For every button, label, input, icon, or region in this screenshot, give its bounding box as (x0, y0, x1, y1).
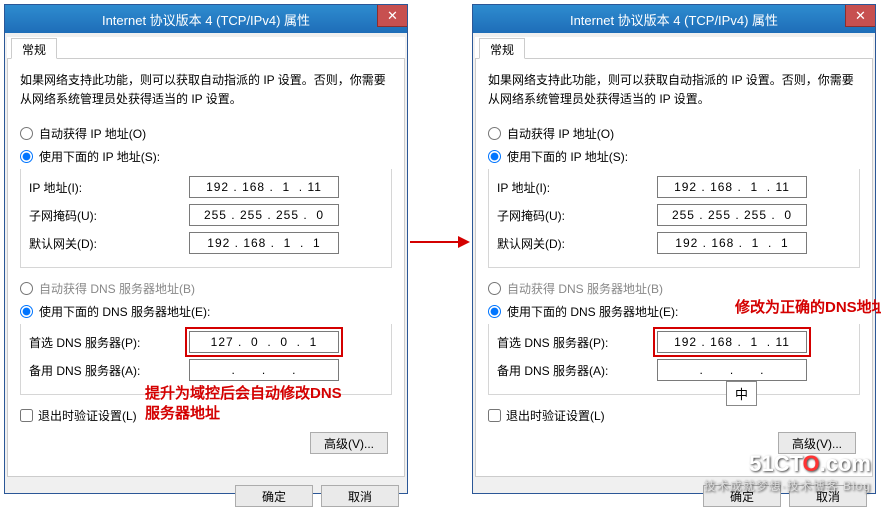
radio-auto-ip[interactable]: 自动获得 IP 地址(O) (488, 125, 860, 142)
gateway-label: 默认网关(D): (29, 235, 189, 252)
tcpip-dialog-after: Internet 协议版本 4 (TCP/IPv4) 属性 ✕ 常规 如果网络支… (472, 4, 876, 494)
radio-auto-ip[interactable]: 自动获得 IP 地址(O) (20, 125, 392, 142)
ip-addr-label: IP 地址(I): (497, 179, 657, 196)
subnet-mask-label: 子网掩码(U): (29, 207, 189, 224)
validate-checkbox-label: 退出时验证设置(L) (506, 407, 605, 424)
dns-primary-label: 首选 DNS 服务器(P): (497, 334, 657, 351)
dns-primary-label: 首选 DNS 服务器(P): (29, 334, 189, 351)
watermark-text-1o: O (803, 451, 820, 476)
dns-primary-field[interactable] (189, 331, 339, 353)
dns-alt-field[interactable] (657, 359, 807, 381)
watermark: 51CTO.com 技术成就梦想·技术博客 Blog (704, 451, 871, 494)
ok-button[interactable]: 确定 (235, 485, 313, 507)
gateway-label: 默认网关(D): (497, 235, 657, 252)
radio-manual-ip-input[interactable] (20, 150, 33, 163)
radio-auto-dns[interactable]: 自动获得 DNS 服务器地址(B) (20, 280, 392, 297)
radio-auto-dns-input[interactable] (488, 282, 501, 295)
annotation-left: 提升为域控后会自动修改DNS服务器地址 (145, 384, 345, 423)
validate-checkbox-label: 退出时验证设置(L) (38, 407, 137, 424)
radio-auto-dns[interactable]: 自动获得 DNS 服务器地址(B) (488, 280, 860, 297)
dns-fields: 首选 DNS 服务器(P): 备用 DNS 服务器(A): (488, 324, 860, 395)
subnet-mask-label: 子网掩码(U): (497, 207, 657, 224)
radio-auto-ip-input[interactable] (20, 127, 33, 140)
ip-address-field[interactable] (657, 176, 807, 198)
ip-fields: IP 地址(I): 子网掩码(U): 默认网关(D): (488, 169, 860, 268)
cancel-button[interactable]: 取消 (321, 485, 399, 507)
gateway-field[interactable] (189, 232, 339, 254)
ime-candidate-box: 中 (726, 381, 757, 406)
advanced-button[interactable]: 高级(V)... (310, 432, 388, 454)
radio-auto-ip-label: 自动获得 IP 地址(O) (507, 125, 614, 142)
tab-general[interactable]: 常规 (479, 38, 525, 59)
content-area: 常规 如果网络支持此功能，则可以获取自动指派的 IP 设置。否则，你需要从网络系… (5, 33, 407, 493)
titlebar: Internet 协议版本 4 (TCP/IPv4) 属性 ✕ (5, 5, 407, 33)
close-button[interactable]: ✕ (377, 5, 407, 27)
subnet-mask-field[interactable] (657, 204, 807, 226)
watermark-text-2: 技术成就梦想·技术博客 Blog (704, 477, 871, 494)
radio-manual-ip-label: 使用下面的 IP 地址(S): (507, 148, 628, 165)
tab-panel: 如果网络支持此功能，则可以获取自动指派的 IP 设置。否则，你需要从网络系统管理… (475, 59, 873, 477)
radio-auto-ip-label: 自动获得 IP 地址(O) (39, 125, 146, 142)
arrow-icon (410, 232, 470, 252)
title-text: Internet 协议版本 4 (TCP/IPv4) 属性 (473, 10, 875, 29)
tabstrip: 常规 (7, 37, 405, 59)
radio-auto-ip-input[interactable] (488, 127, 501, 140)
watermark-text-1a: 51CT (749, 451, 802, 476)
subnet-mask-field[interactable] (189, 204, 339, 226)
dns-primary-field[interactable] (657, 331, 807, 353)
content-area: 常规 如果网络支持此功能，则可以获取自动指派的 IP 设置。否则，你需要从网络系… (473, 33, 875, 493)
description-text: 如果网络支持此功能，则可以获取自动指派的 IP 设置。否则，你需要从网络系统管理… (488, 71, 860, 109)
titlebar: Internet 协议版本 4 (TCP/IPv4) 属性 ✕ (473, 5, 875, 33)
tab-general[interactable]: 常规 (11, 38, 57, 59)
gateway-field[interactable] (657, 232, 807, 254)
close-button[interactable]: ✕ (845, 5, 875, 27)
ip-address-field[interactable] (189, 176, 339, 198)
ip-fields: IP 地址(I): 子网掩码(U): 默认网关(D): (20, 169, 392, 268)
radio-manual-ip-input[interactable] (488, 150, 501, 163)
radio-manual-dns-label: 使用下面的 DNS 服务器地址(E): (39, 303, 210, 320)
ip-addr-label: IP 地址(I): (29, 179, 189, 196)
radio-manual-dns-input[interactable] (488, 305, 501, 318)
validate-checkbox-row[interactable]: 退出时验证设置(L) (488, 407, 860, 424)
radio-manual-dns[interactable]: 使用下面的 DNS 服务器地址(E): (20, 303, 392, 320)
title-text: Internet 协议版本 4 (TCP/IPv4) 属性 (5, 10, 407, 29)
radio-manual-ip[interactable]: 使用下面的 IP 地址(S): (20, 148, 392, 165)
radio-manual-dns-input[interactable] (20, 305, 33, 318)
validate-checkbox[interactable] (20, 409, 33, 422)
dns-alt-field[interactable] (189, 359, 339, 381)
annotation-right: 修改为正确的DNS地址 (735, 298, 881, 318)
radio-auto-dns-label: 自动获得 DNS 服务器地址(B) (507, 280, 663, 297)
radio-manual-ip[interactable]: 使用下面的 IP 地址(S): (488, 148, 860, 165)
dns-alt-label: 备用 DNS 服务器(A): (497, 362, 657, 379)
tabstrip: 常规 (475, 37, 873, 59)
description-text: 如果网络支持此功能，则可以获取自动指派的 IP 设置。否则，你需要从网络系统管理… (20, 71, 392, 109)
dialog-buttons: 确定 取消 (7, 485, 405, 507)
validate-checkbox[interactable] (488, 409, 501, 422)
dns-alt-label: 备用 DNS 服务器(A): (29, 362, 189, 379)
radio-auto-dns-input[interactable] (20, 282, 33, 295)
radio-manual-dns-label: 使用下面的 DNS 服务器地址(E): (507, 303, 678, 320)
radio-manual-ip-label: 使用下面的 IP 地址(S): (39, 148, 160, 165)
watermark-text-1b: .com (820, 451, 871, 476)
radio-auto-dns-label: 自动获得 DNS 服务器地址(B) (39, 280, 195, 297)
